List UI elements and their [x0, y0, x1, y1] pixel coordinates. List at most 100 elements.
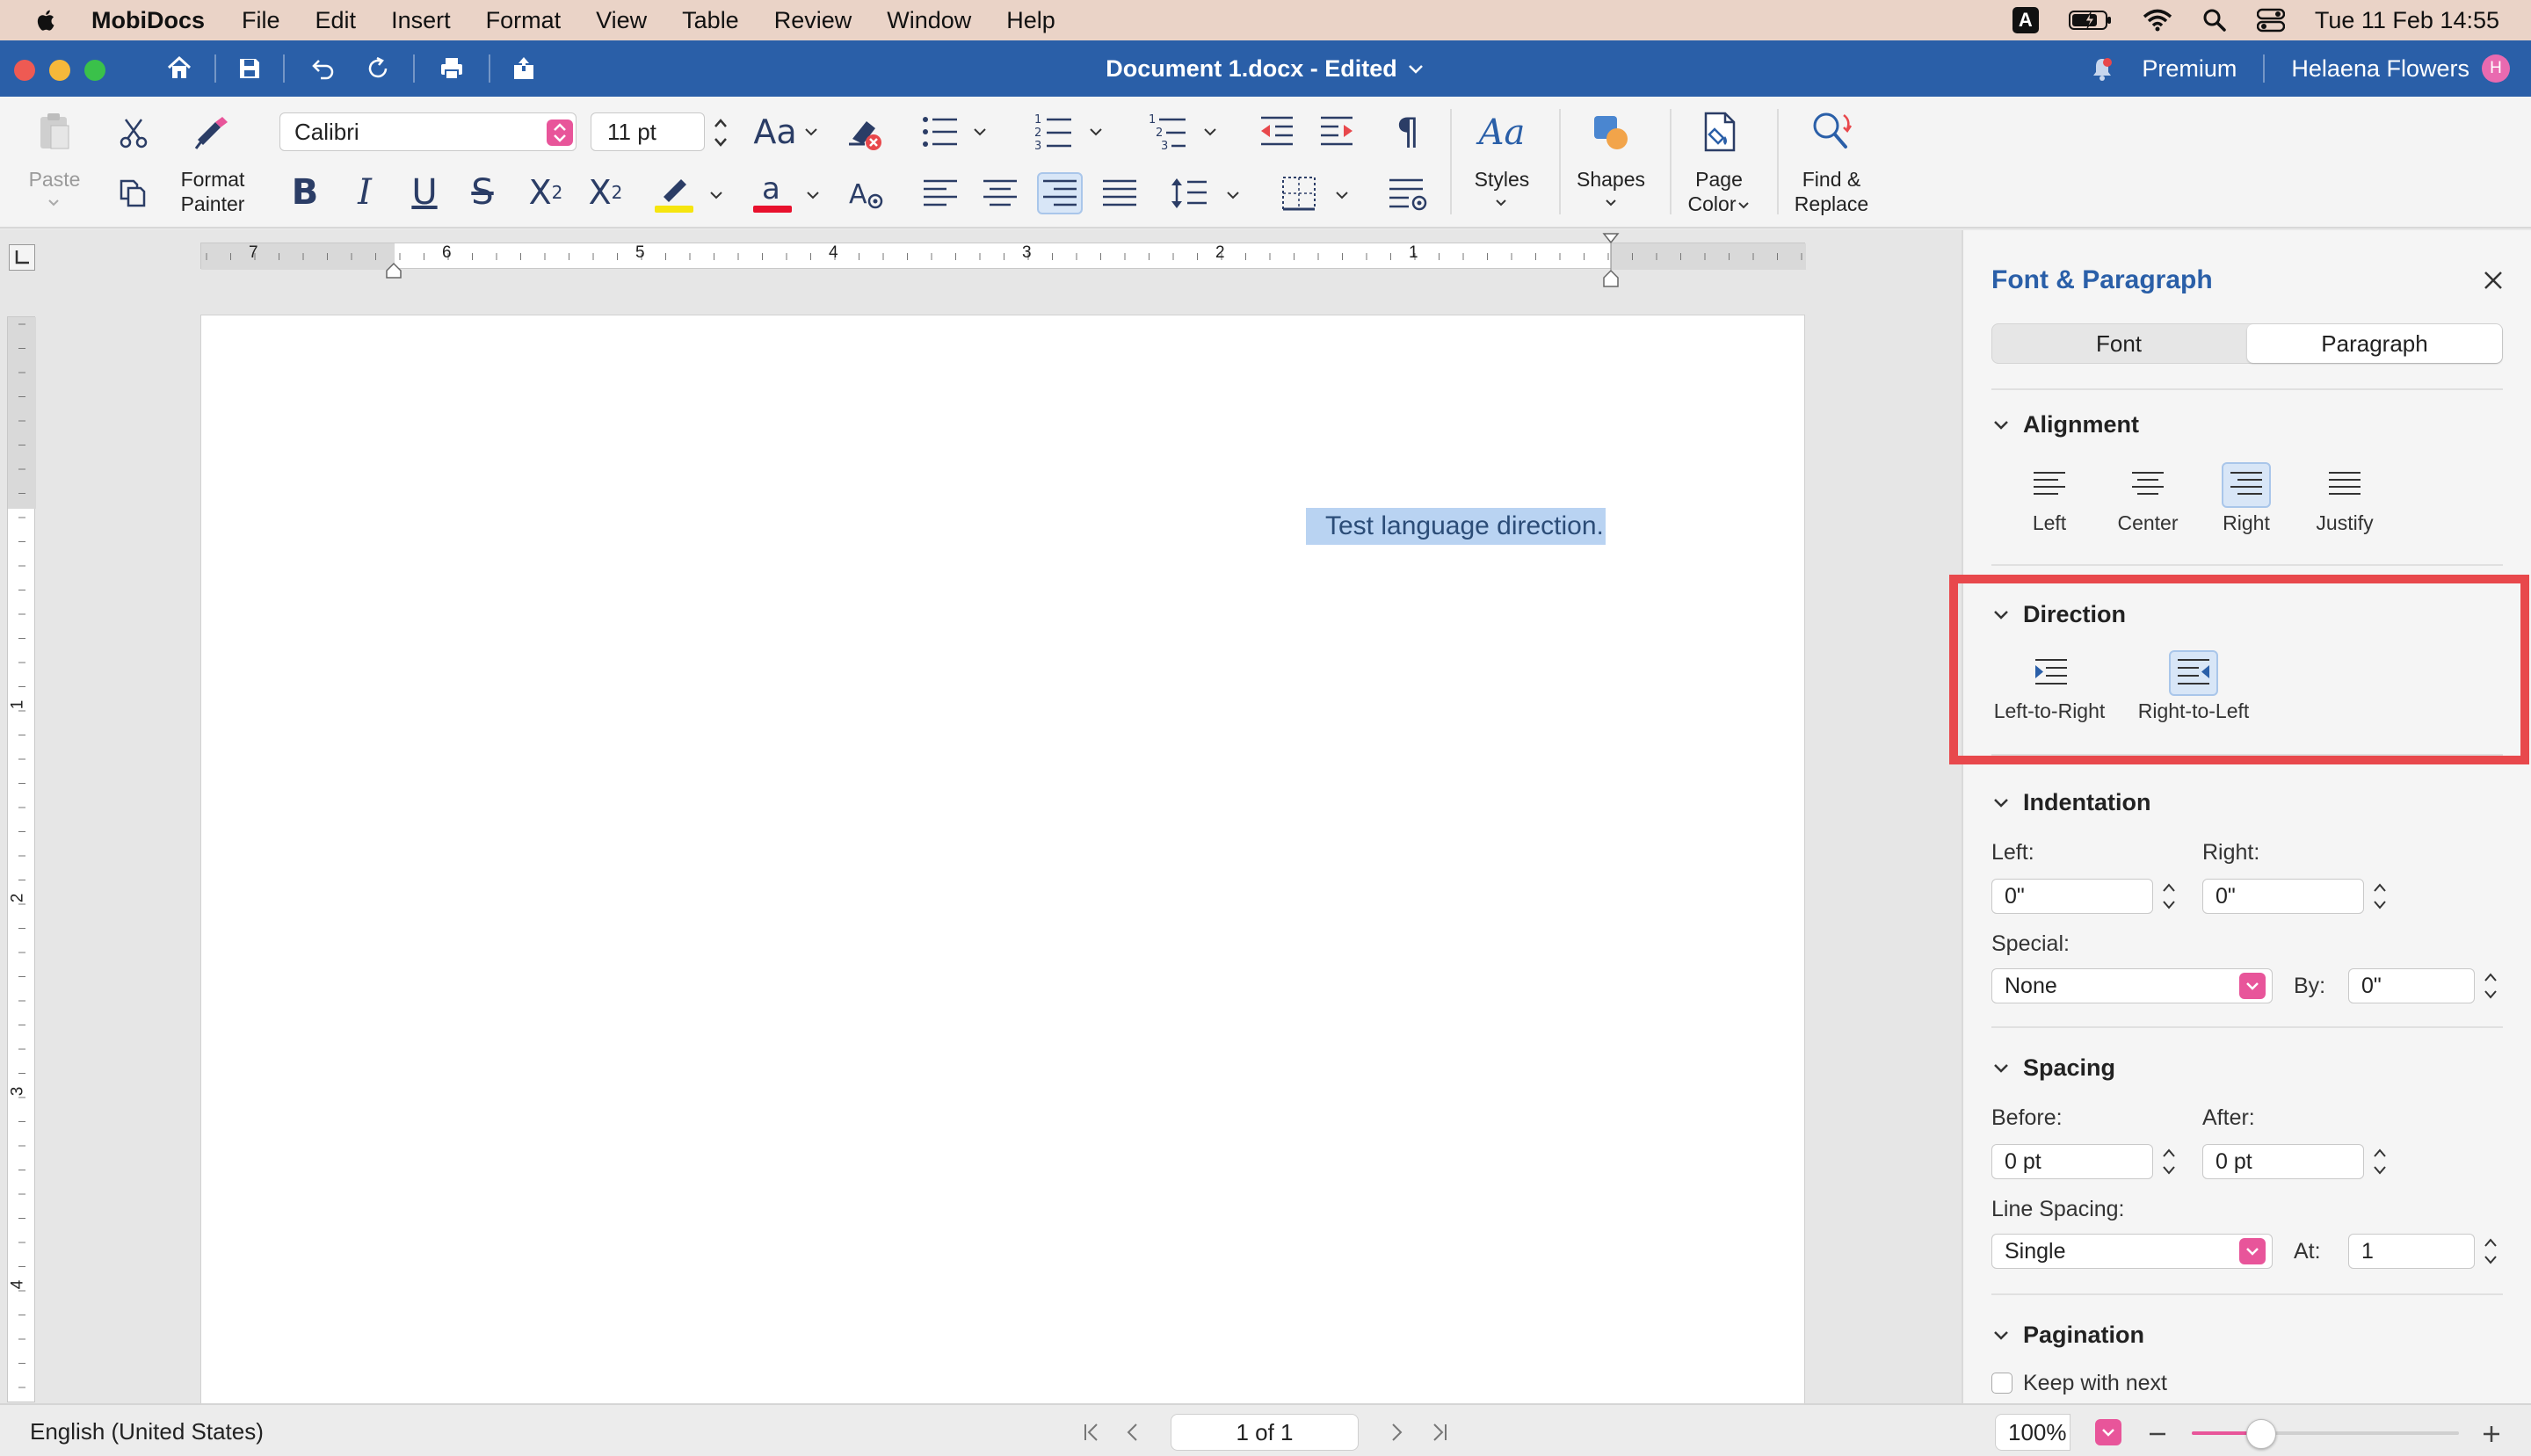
battery-icon[interactable] [2068, 9, 2113, 32]
spacing-after-input[interactable]: 0 pt [2202, 1144, 2364, 1179]
bulleted-list-chevron-icon[interactable] [972, 125, 988, 139]
cut-icon[interactable] [116, 116, 151, 151]
styles-icon[interactable]: Aa [1478, 111, 1526, 155]
highlight-color-chevron-icon[interactable] [708, 188, 724, 202]
decrease-indent-icon[interactable] [1257, 112, 1297, 151]
apple-icon[interactable] [33, 7, 60, 33]
menu-view[interactable]: View [596, 7, 647, 34]
styles-label[interactable]: Styles [1462, 167, 1541, 192]
print-icon[interactable] [436, 53, 468, 84]
multilevel-list-icon[interactable]: 123 [1148, 111, 1190, 153]
menu-window[interactable]: Window [887, 7, 971, 34]
keep-with-next-checkbox[interactable] [1991, 1373, 2012, 1394]
spacing-after-stepper-icon[interactable] [2371, 1144, 2389, 1179]
underline-button[interactable]: U [404, 172, 445, 213]
format-painter-label[interactable]: Format Painter [170, 167, 255, 216]
spacing-section-header[interactable]: Spacing [1991, 1054, 2115, 1082]
italic-button[interactable]: I [344, 172, 385, 213]
align-left-icon[interactable] [921, 176, 960, 211]
text-color-icon[interactable]: a [749, 170, 798, 216]
menu-review[interactable]: Review [774, 7, 852, 34]
change-case-chevron-icon[interactable] [803, 125, 819, 139]
line-spacing-at-stepper-icon[interactable] [2482, 1234, 2499, 1269]
paragraph-settings-icon[interactable] [1387, 174, 1429, 213]
superscript-button[interactable]: X2 [522, 172, 569, 213]
home-icon[interactable] [163, 53, 195, 84]
menu-help[interactable]: Help [1006, 7, 1055, 34]
character-style-icon[interactable]: A [845, 174, 888, 214]
horizontal-ruler[interactable]: 7 6 5 4 3 2 1 [200, 243, 1806, 270]
share-icon[interactable] [508, 53, 540, 84]
indent-right-input[interactable]: 0" [2202, 879, 2364, 914]
numbered-list-chevron-icon[interactable] [1088, 125, 1104, 139]
previous-page-icon[interactable] [1120, 1419, 1146, 1445]
bulleted-list-icon[interactable] [919, 112, 961, 151]
menu-edit[interactable]: Edit [315, 7, 357, 34]
special-by-stepper-icon[interactable] [2482, 968, 2499, 1003]
numbered-list-icon[interactable]: 123 [1033, 111, 1076, 153]
user-name[interactable]: Helaena Flowers [2291, 55, 2469, 83]
spotlight-search-icon[interactable] [2202, 8, 2227, 33]
right-indent-marker[interactable] [1601, 232, 1621, 293]
shapes-chevron-icon[interactable] [1604, 197, 1618, 209]
paste-label[interactable]: Paste [18, 167, 91, 192]
tab-font[interactable]: Font [1992, 324, 2245, 363]
left-indent-marker[interactable] [385, 262, 402, 279]
alignment-left-button[interactable] [2025, 462, 2074, 508]
find-replace-label[interactable]: Find & Replace [1784, 167, 1879, 216]
zoom-slider[interactable] [2192, 1419, 2459, 1449]
borders-icon[interactable] [1280, 174, 1318, 213]
alignment-right-button[interactable] [2222, 462, 2271, 508]
increase-indent-icon[interactable] [1316, 112, 1357, 151]
align-center-icon[interactable] [981, 176, 1019, 211]
indent-left-input[interactable]: 0" [1991, 879, 2153, 914]
font-size-stepper-icon[interactable] [712, 114, 729, 151]
avatar[interactable]: H [2482, 54, 2510, 83]
paste-icon[interactable] [35, 111, 74, 153]
indent-left-stepper-icon[interactable] [2160, 879, 2178, 914]
zoom-out-icon[interactable] [2146, 1423, 2169, 1445]
menu-file[interactable]: File [242, 7, 280, 34]
document-page[interactable] [200, 315, 1805, 1422]
special-indent-select[interactable]: None [1991, 968, 2273, 1003]
undo-icon[interactable] [308, 53, 339, 84]
line-spacing-select[interactable]: Single [1991, 1234, 2273, 1269]
first-page-icon[interactable] [1079, 1419, 1106, 1445]
chevron-down-icon[interactable] [1406, 59, 1425, 78]
document-language[interactable]: English (United States) [30, 1405, 264, 1456]
format-painter-icon[interactable] [192, 112, 232, 153]
indent-right-stepper-icon[interactable] [2371, 879, 2389, 914]
shapes-label[interactable]: Shapes [1568, 167, 1654, 192]
find-replace-icon[interactable] [1807, 109, 1856, 155]
document-title[interactable]: Document 1.docx - Edited [1106, 55, 1397, 83]
alignment-center-button[interactable] [2123, 462, 2172, 508]
menu-table[interactable]: Table [682, 7, 739, 34]
page-color-icon[interactable] [1698, 109, 1742, 155]
align-right-button[interactable] [1037, 172, 1083, 214]
page-color-label[interactable]: Page Color [1677, 167, 1761, 216]
paste-chevron-icon[interactable] [47, 197, 61, 209]
alignment-justify-button[interactable] [2320, 462, 2369, 508]
tab-paragraph[interactable]: Paragraph [2247, 324, 2502, 363]
special-by-input[interactable]: 0" [2348, 968, 2475, 1003]
close-window-button[interactable] [14, 60, 35, 81]
spacing-before-stepper-icon[interactable] [2160, 1144, 2178, 1179]
last-page-icon[interactable] [1425, 1419, 1452, 1445]
next-page-icon[interactable] [1383, 1419, 1410, 1445]
zoom-level-field[interactable]: 100% [1995, 1414, 2070, 1451]
zoom-in-icon[interactable] [2480, 1423, 2503, 1445]
close-icon[interactable] [2482, 269, 2505, 292]
copy-icon[interactable] [114, 176, 153, 211]
clear-formatting-icon[interactable] [844, 112, 886, 155]
show-formatting-marks-icon[interactable]: ¶ [1389, 109, 1427, 153]
app-name-menu[interactable]: MobiDocs [91, 7, 205, 34]
subscript-button[interactable]: X2 [582, 172, 629, 213]
borders-chevron-icon[interactable] [1334, 188, 1350, 202]
font-size-select[interactable]: 11 pt [591, 112, 705, 151]
control-center-icon[interactable] [2256, 8, 2285, 33]
special-indent-dropdown-icon[interactable] [2239, 973, 2266, 999]
alignment-section-header[interactable]: Alignment [1991, 411, 2139, 438]
selected-text[interactable]: Test language direction. [1306, 508, 1606, 545]
multilevel-list-chevron-icon[interactable] [1202, 125, 1218, 139]
menu-format[interactable]: Format [486, 7, 562, 34]
